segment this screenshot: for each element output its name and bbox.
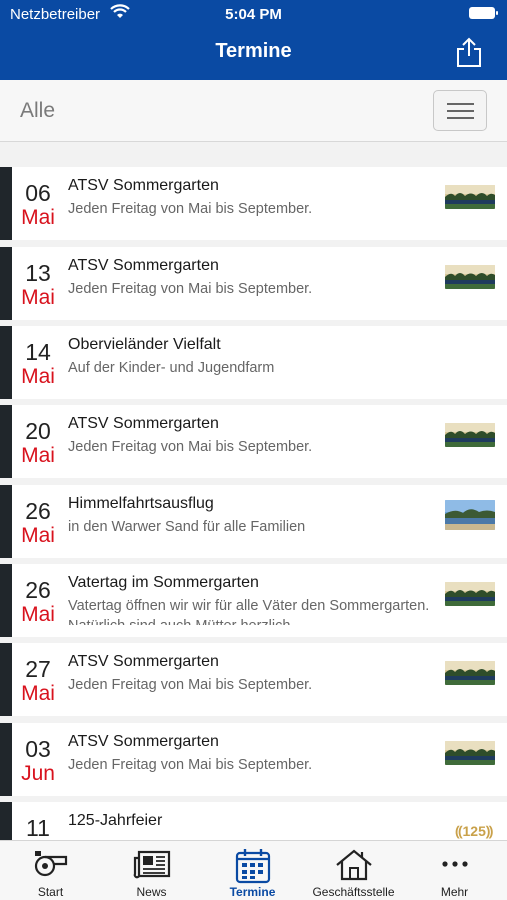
more-icon [442,861,468,867]
event-row[interactable]: 14 Mai Obervieländer Vielfalt Auf der Kinde… [0,326,507,399]
clock: 5:04 PM [225,6,282,23]
event-subtitle: Jeden Freitag von Mai bis September. [68,281,313,297]
event-thumbnail [445,423,495,447]
event-accent-bar [0,485,12,558]
event-title: ATSV Sommergarten [68,257,219,274]
event-month: Jun [21,762,55,785]
event-row[interactable]: 03 Jun ATSV Sommergarten Jeden Freitag von … [0,723,507,796]
event-title: Vatertag im Sommergarten [68,574,259,591]
event-thumbnail [445,500,495,530]
event-row[interactable]: 11 125-Jahrfeier [0,802,507,840]
event-day: 14 [25,339,51,365]
event-title: 125-Jahrfeier [68,812,163,829]
tab-termine[interactable]: Termine [202,841,303,900]
event-thumbnail [445,661,495,685]
event-accent-bar [0,802,12,840]
event-accent-bar [0,643,12,716]
event-subtitle: Jeden Freitag von Mai bis September. [68,439,313,455]
event-day: 03 [25,736,51,762]
event-month: Mai [21,603,55,626]
event-accent-bar [0,247,12,320]
event-month: Mai [21,682,55,705]
event-subtitle: Auf der Kinder- und Jugendfarm [68,360,275,376]
event-accent-bar [0,167,12,240]
app-header: Netzbetreiber 5:04 PM Termine [0,0,507,80]
tab-geschaeftsstelle[interactable]: Geschäftsstelle [303,841,404,900]
event-thumbnail [445,582,495,606]
event-day: 20 [25,418,51,444]
event-title: Obervieländer Vielfalt [68,336,221,353]
event-month: Mai [21,444,55,467]
event-thumbnail [445,185,495,209]
event-day: 06 [25,180,51,206]
event-title: Himmelfahrtsausflug [68,495,214,512]
calendar-icon [235,849,271,884]
event-thumbnail [445,265,495,289]
tab-start[interactable]: Start [0,841,101,900]
event-accent-bar [0,405,12,478]
event-day: 26 [25,498,51,524]
event-day: 26 [25,577,51,603]
filter-bar: Alle [0,80,507,142]
event-month: Mai [21,365,55,388]
event-subtitle: Jeden Freitag von Mai bis September. [68,757,313,773]
event-subtitle: Jeden Freitag von Mai bis September. [68,201,313,217]
event-subtitle: Jeden Freitag von Mai bis September. [68,677,313,693]
whistle-icon [34,851,68,877]
filter-label[interactable]: Alle [20,99,55,123]
share-icon[interactable] [455,36,483,68]
event-list: 06 Mai ATSV Sommergarten Jeden Freitag von … [0,167,507,840]
event-row[interactable]: 20 Mai ATSV Sommergarten Jeden Freitag von … [0,405,507,478]
anniversary-badge: ⸨125⸩ [455,823,493,839]
tab-label: Geschäftsstelle [312,885,395,899]
event-subtitle: Vatertag öffnen wir wir für alle Väter d… [68,598,430,625]
event-accent-bar [0,564,12,637]
event-thumbnail [445,741,495,765]
tab-label: Termine [229,885,276,899]
hamburger-icon [447,103,474,105]
event-accent-bar [0,723,12,796]
event-row[interactable]: 27 Mai ATSV Sommergarten Jeden Freitag von … [0,643,507,716]
event-title: ATSV Sommergarten [68,415,219,432]
event-day: 11 [26,815,50,840]
battery-icon [469,7,498,19]
tab-news[interactable]: News [101,841,202,900]
tab-bar: Start News Termine Geschäftsstelle Mehr [0,840,507,900]
filter-menu-button[interactable] [433,90,487,131]
event-title: ATSV Sommergarten [68,177,219,194]
event-title: ATSV Sommergarten [68,653,219,670]
event-month: Mai [21,524,55,547]
tab-label: Start [37,885,64,899]
event-day: 27 [25,656,51,682]
event-title: ATSV Sommergarten [68,733,219,750]
page-title: Termine [215,40,292,62]
house-icon [336,849,372,881]
event-accent-bar [0,326,12,399]
event-row[interactable]: 13 Mai ATSV Sommergarten Jeden Freitag von … [0,247,507,320]
event-month: Mai [21,286,55,309]
event-month: Mai [21,206,55,229]
status-bar: Netzbetreiber 5:04 PM [0,0,507,28]
tab-mehr[interactable]: Mehr [404,841,505,900]
event-row[interactable]: 06 Mai ATSV Sommergarten Jeden Freitag von … [0,167,507,240]
event-day: 13 [25,260,51,286]
newspaper-icon [133,850,171,879]
event-subtitle: in den Warwer Sand für alle Familien [68,519,306,535]
tab-label: Mehr [440,885,469,899]
event-row[interactable]: 26 Mai Himmelfahrtsausflug in den Warwer Sa… [0,485,507,558]
tab-label: News [136,885,167,899]
event-row[interactable]: 26 Mai Vatertag im Sommergarten Vatertag öf… [0,564,507,637]
